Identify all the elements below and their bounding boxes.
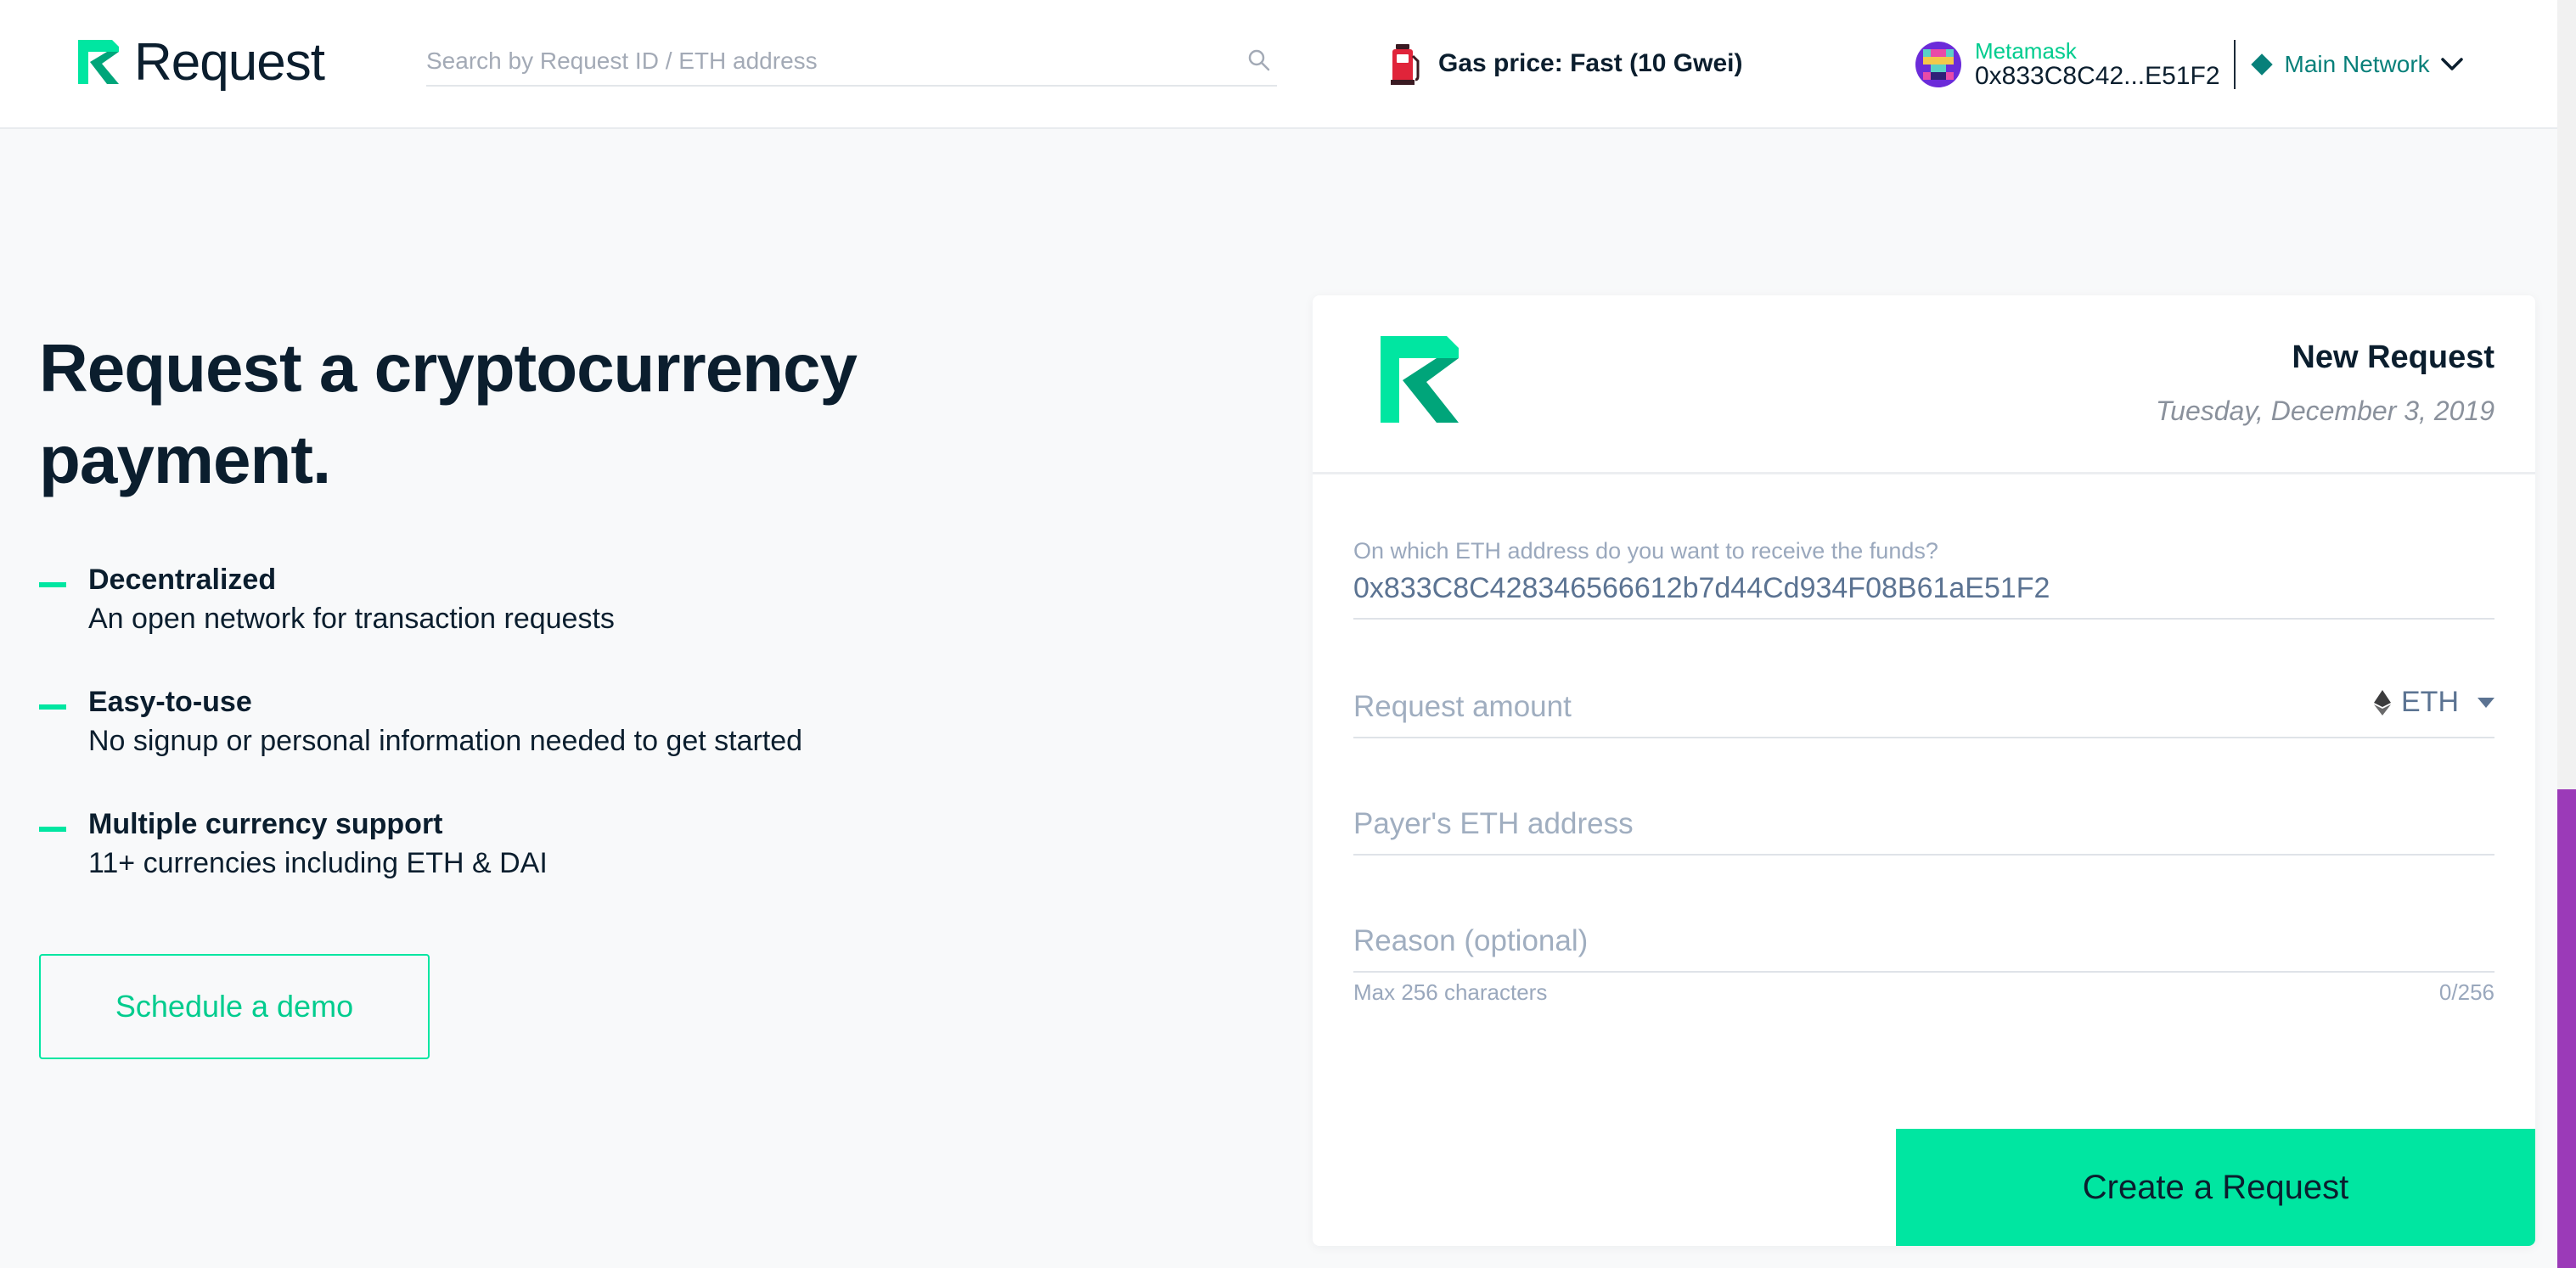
gas-pump-icon [1391, 44, 1420, 85]
reason-char-counter: 0/256 [2438, 979, 2494, 1005]
request-date: Tuesday, December 3, 2019 [2155, 396, 2494, 426]
payer-address-input[interactable] [1353, 803, 2287, 845]
card-divider [1313, 472, 2535, 474]
currency-select[interactable]: ETH [2374, 686, 2494, 719]
feature-title: Easy-to-use [88, 686, 252, 718]
new-request-card: New Request Tuesday, December 3, 2019 On… [1313, 295, 2535, 1246]
receive-address-value[interactable]: 0x833C8C428346566612b7d44Cd934F08B61aE51… [1353, 572, 2050, 605]
amount-field: ETH [1353, 681, 2494, 738]
diamond-icon [2250, 53, 2273, 76]
hero-title: Request a cryptocurrency payment. [39, 330, 858, 497]
network-label: Main Network [2284, 51, 2430, 77]
gas-price-indicator: Gas price: Fast (10 Gwei) [1389, 42, 1742, 85]
feature-bullet [39, 827, 66, 832]
feature-description: An open network for transaction requests [88, 603, 615, 635]
identicon-avatar [1915, 42, 1961, 87]
feature-bullet [39, 582, 66, 587]
reason-field [1353, 915, 2494, 973]
ethereum-icon [2374, 689, 2391, 715]
currency-label: ETH [2401, 686, 2459, 718]
receive-address-field[interactable]: On which ETH address do you want to rece… [1353, 538, 2494, 620]
feature-bullet [39, 704, 66, 710]
search-input[interactable] [426, 42, 1224, 80]
scrollbar-thumb[interactable] [2557, 789, 2576, 1268]
feature-description: 11+ currencies including ETH & DAI [88, 847, 548, 879]
reason-input[interactable] [1353, 920, 2287, 962]
search-bar [426, 39, 1277, 87]
account-divider [2233, 40, 2236, 89]
feature-description: No signup or personal information needed… [88, 725, 803, 757]
create-request-button[interactable]: Create a Request [1896, 1129, 2535, 1246]
wallet-address: 0x833C8C42...E51F2 [1975, 62, 2220, 90]
request-logo-icon [1381, 336, 1459, 423]
payer-address-field [1353, 798, 2494, 856]
schedule-demo-button[interactable]: Schedule a demo [39, 954, 430, 1059]
top-navbar: Request Gas price: Fast (10 Gwei) [0, 0, 2576, 129]
reason-helper-text: Max 256 characters [1353, 979, 1548, 1005]
wallet-name: Metamask [1975, 38, 2077, 64]
network-selector[interactable]: Main Network [2249, 51, 2464, 78]
brand-logo[interactable]: Request [78, 32, 325, 92]
account-widget[interactable]: Metamask 0x833C8C42...E51F2 Main Network [1915, 37, 2464, 92]
chevron-down-icon [2440, 58, 2463, 70]
feature-title: Decentralized [88, 564, 277, 596]
amount-input[interactable] [1353, 686, 2287, 728]
caret-down-icon [2478, 697, 2494, 708]
request-logo-icon [78, 40, 119, 84]
card-title: New Request [2292, 339, 2494, 375]
feature-title: Multiple currency support [88, 808, 443, 840]
search-icon[interactable] [1246, 48, 1272, 73]
receive-address-label: On which ETH address do you want to rece… [1353, 538, 1938, 564]
gas-price-label: Gas price: Fast (10 Gwei) [1438, 49, 1743, 77]
brand-name: Request [134, 32, 325, 92]
